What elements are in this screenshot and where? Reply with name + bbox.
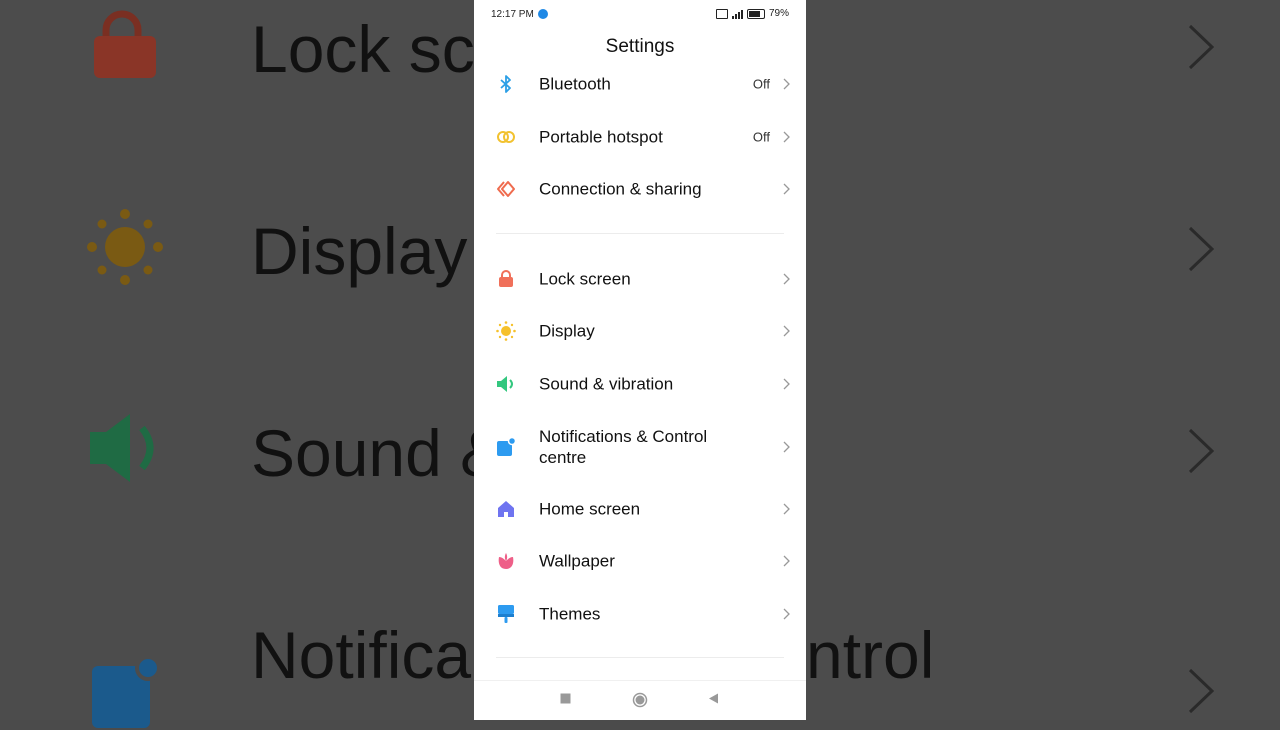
sim-icon: [715, 8, 728, 19]
bg-sun-icon: [87, 209, 163, 285]
bg-label-notifications: Notifica: [251, 618, 472, 692]
notifications-icon: [497, 437, 516, 456]
bg-chevron-right-icon: [1188, 428, 1215, 474]
bg-label-lock: Lock sc: [251, 12, 475, 86]
bluetooth-icon: [500, 75, 511, 93]
phone-screen: 12:17 PM 79% Settings Bluetooth Off Port…: [474, 0, 806, 720]
settings-item-lock-screen[interactable]: Lock screen: [474, 253, 806, 305]
bg-lock-icon: [94, 10, 156, 78]
bg-chevron-right-icon: [1188, 226, 1215, 272]
wallpaper-flower-icon: [498, 553, 514, 569]
settings-item-bluetooth[interactable]: Bluetooth Off: [474, 58, 806, 110]
settings-item-label: Portable hotspot: [539, 127, 663, 147]
bg-chevron-right-icon: [1188, 668, 1215, 714]
settings-item-notifications[interactable]: Notifications & Control centre: [474, 420, 806, 474]
back-triangle-icon[interactable]: [708, 693, 719, 704]
settings-item-label: Wallpaper: [539, 551, 615, 571]
speaker-icon: [497, 376, 513, 392]
settings-item-label: Themes: [539, 604, 601, 624]
settings-item-label: Notifications & Control centre: [539, 427, 708, 467]
bg-notifications-icon: [92, 656, 161, 728]
battery-icon: [746, 8, 765, 19]
settings-item-label: Connection & sharing: [539, 179, 702, 199]
chevron-right-icon: [783, 608, 790, 620]
chevron-right-icon: [783, 441, 790, 453]
signal-icon: [731, 9, 743, 19]
lock-icon: [499, 270, 513, 287]
chevron-right-icon: [783, 273, 790, 285]
settings-item-label: Sound & vibration: [539, 374, 674, 394]
page-title: Settings: [605, 36, 675, 57]
settings-item-value: Off: [752, 129, 770, 145]
settings-item-label: Display: [539, 321, 595, 341]
settings-item-label: Bluetooth: [539, 74, 611, 94]
bg-speaker-icon: [90, 414, 154, 482]
themes-brush-icon: [498, 605, 514, 623]
settings-item-home-screen[interactable]: Home screen: [474, 483, 806, 535]
settings-item-connection-sharing[interactable]: Connection & sharing: [474, 163, 806, 215]
section-divider: [496, 657, 784, 658]
settings-item-label: Lock screen: [539, 269, 631, 289]
settings-item-wallpaper[interactable]: Wallpaper: [474, 535, 806, 587]
status-time: 12:17 PM: [491, 9, 534, 20]
battery-percent: 79%: [768, 8, 789, 19]
settings-item-hotspot[interactable]: Portable hotspot Off: [474, 111, 806, 163]
hotspot-icon: [497, 131, 515, 143]
bg-label-sound: Sound &: [251, 416, 505, 490]
home-circle-icon[interactable]: [632, 692, 648, 708]
sun-icon: [496, 321, 516, 341]
settings-item-display[interactable]: Display: [474, 305, 806, 357]
notification-dot-icon: [538, 9, 548, 19]
status-indicators: 79%: [715, 8, 789, 19]
settings-item-themes[interactable]: Themes: [474, 588, 806, 640]
chevron-right-icon: [783, 378, 790, 390]
settings-item-sound[interactable]: Sound & vibration: [474, 358, 806, 410]
navigation-bar: [474, 680, 806, 720]
chevron-right-icon: [783, 503, 790, 515]
settings-item-label: Home screen: [539, 499, 641, 519]
chevron-right-icon: [783, 183, 790, 195]
bg-label-control: ntrol: [806, 618, 935, 692]
chevron-right-icon: [783, 555, 790, 567]
connection-sharing-icon: [497, 181, 515, 197]
section-divider: [496, 233, 784, 234]
chevron-right-icon: [783, 131, 790, 143]
settings-item-value: Off: [752, 76, 770, 92]
bg-label-display: Display: [251, 214, 468, 288]
home-icon: [498, 501, 514, 517]
chevron-right-icon: [783, 325, 790, 337]
bg-chevron-right-icon: [1188, 24, 1215, 70]
status-bar: 12:17 PM 79%: [474, 0, 806, 28]
recents-square-icon[interactable]: [560, 693, 571, 704]
chevron-right-icon: [783, 78, 790, 90]
